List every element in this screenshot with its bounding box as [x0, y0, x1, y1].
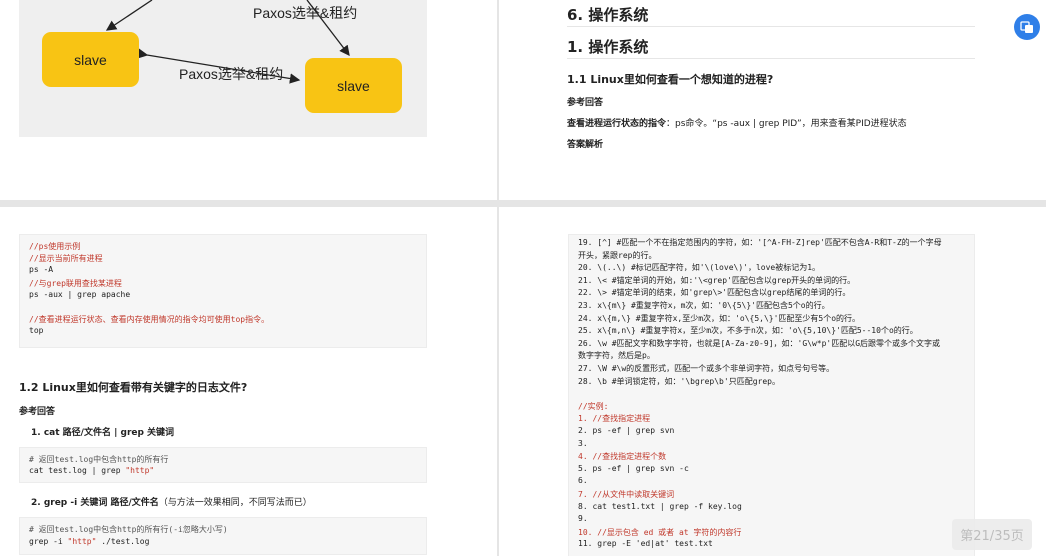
paxos-label-mid: Paxos选举&租约 [179, 66, 284, 82]
code-line: 21. \< #锚定单词的开始，如:'\<grep'匹配包含以grep开头的单词… [578, 275, 856, 285]
code-comment: # 返回test.log中包含http的所有行(-i忽略大小写) [29, 525, 228, 534]
code-line: 1. //查找指定进程 [578, 414, 651, 424]
code-line: //与grep联用查找某进程 [29, 278, 122, 288]
page-3: //ps使用示例 //显示当前所有进程 ps -A //与grep联用查找某进程 ps … [0, 207, 497, 556]
ref-answer-label: 参考回答 [19, 407, 56, 417]
code-line: 25. x\{m,n\} #重复字符x，至少m次，不多于n次，如：'o\{5,1… [578, 326, 918, 336]
code-line: //显示当前所有进程 [29, 254, 103, 264]
code-line: 20. \(..\) #标记匹配字符，如'\(love\)'，love被标记为1… [578, 263, 821, 273]
code-line: 19. [^] #匹配一个不在指定范围内的字符，如：'[^A-FH-Z]rep'… [578, 238, 942, 247]
code-line: grep -i "http" ./test.log [29, 537, 150, 546]
slave-node-right: slave [305, 58, 402, 113]
code-line: 8. cat test1.txt | grep -f key.log [578, 501, 742, 511]
code-line: 5. ps -ef | grep svn -c [578, 463, 689, 473]
code-line: 数字字符，然后是p。 [578, 351, 655, 361]
code-line: 3. [578, 438, 588, 448]
section-title: 1. 操作系统 [567, 38, 649, 56]
page-2: 6. 操作系统 1. 操作系统 1.1 Linux里如何查看一个想知道的进程? … [499, 0, 1046, 200]
architecture-diagram: slave slave Paxos选举&租约 Paxos选举&租约 [19, 0, 427, 137]
answer-text: 查看进程运行状态的指令：ps命令。“ps -aux | grep PID”，用来… [567, 119, 907, 129]
code-line: ps -aux | grep apache [29, 289, 131, 299]
code-line: 4. //查找指定进程个数 [578, 452, 667, 462]
code-line: 6. [578, 476, 588, 486]
paxos-label-top: Paxos选举&租约 [253, 5, 358, 21]
code-line: //查看进程运行状态、查看内存使用情况的指令均可使用top指令。 [29, 315, 270, 325]
divider [567, 58, 975, 59]
code-line: //ps使用示例 [29, 242, 81, 251]
code-line: cat test.log | grep "http" [29, 466, 155, 475]
code-line: //实例: [578, 401, 609, 411]
code-line: 26. \w #匹配文字和数字字符，也就是[A-Za-z0-9]，如：'G\w*… [578, 338, 941, 348]
method-1: 1. cat 路径/文件名 | grep 关键词 [31, 428, 175, 438]
code-comment: # 返回test.log中包含http的所有行 [29, 455, 169, 464]
code-line: 27. \W #\w的反置形式，匹配一个或多个非单词字符，如点号句号等。 [578, 364, 835, 373]
divider [567, 26, 975, 27]
code-block-grep: # 返回test.log中包含http的所有行(-i忽略大小写) grep -i… [19, 517, 427, 555]
translate-icon [1020, 21, 1033, 33]
code-line: ps -A [29, 265, 54, 275]
question-1-2: 1.2 Linux里如何查看带有关键字的日志文件? [19, 381, 248, 394]
method-2: 2. grep -i 关键词 路径/文件名（与方法一效果相同，不同写法而已） [31, 498, 312, 508]
question-1-1: 1.1 Linux里如何查看一个想知道的进程? [567, 73, 774, 86]
code-line: 开头，紧跟rep的行。 [578, 250, 657, 260]
code-line: 23. x\{m\} #重复字符x，m次，如：'0\{5\}'匹配包含5个o的行… [578, 301, 830, 310]
code-line: 2. ps -ef | grep svn [578, 426, 675, 435]
code-block-ps: //ps使用示例 //显示当前所有进程 ps -A //与grep联用查找某进程 ps … [19, 234, 427, 348]
code-line: 10. //显示包含 ed 或者 at 字符的内容行 [578, 527, 742, 537]
code-line: 9. [578, 514, 588, 524]
code-line: 11. grep -E 'ed|at' test.txt [578, 539, 713, 549]
page-indicator: 第21/35页 [952, 519, 1032, 550]
analysis-label: 答案解析 [567, 140, 604, 150]
code-line: top [29, 326, 44, 336]
code-block-regex: 19. [^] #匹配一个不在指定范围内的字符，如：'[^A-FH-Z]rep'… [568, 234, 975, 556]
code-line: 24. x\{m,\} #重复字符x,至少m次，如：'o\{5,\}'匹配至少有… [578, 313, 861, 323]
code-block-cat: # 返回test.log中包含http的所有行 cat test.log | g… [19, 447, 427, 483]
page-4: 19. [^] #匹配一个不在指定范围内的字符，如：'[^A-FH-Z]rep'… [499, 207, 1046, 556]
code-line: 28. \b #单词锁定符，如：'\bgrep\b'只匹配grep。 [578, 376, 780, 386]
page-1: slave slave Paxos选举&租约 Paxos选举&租约 [0, 0, 497, 200]
slave-node-left: slave [42, 32, 139, 87]
code-line: 22. \> #锚定单词的结束，如'grep\>'匹配包含以grep结尾的单词的… [578, 288, 851, 298]
ref-answer-label: 参考回答 [567, 98, 604, 108]
code-line: 7. //从文件中读取关键词 [578, 490, 675, 499]
side-tool-button[interactable] [1014, 14, 1040, 40]
chapter-title: 6. 操作系统 [567, 6, 649, 24]
